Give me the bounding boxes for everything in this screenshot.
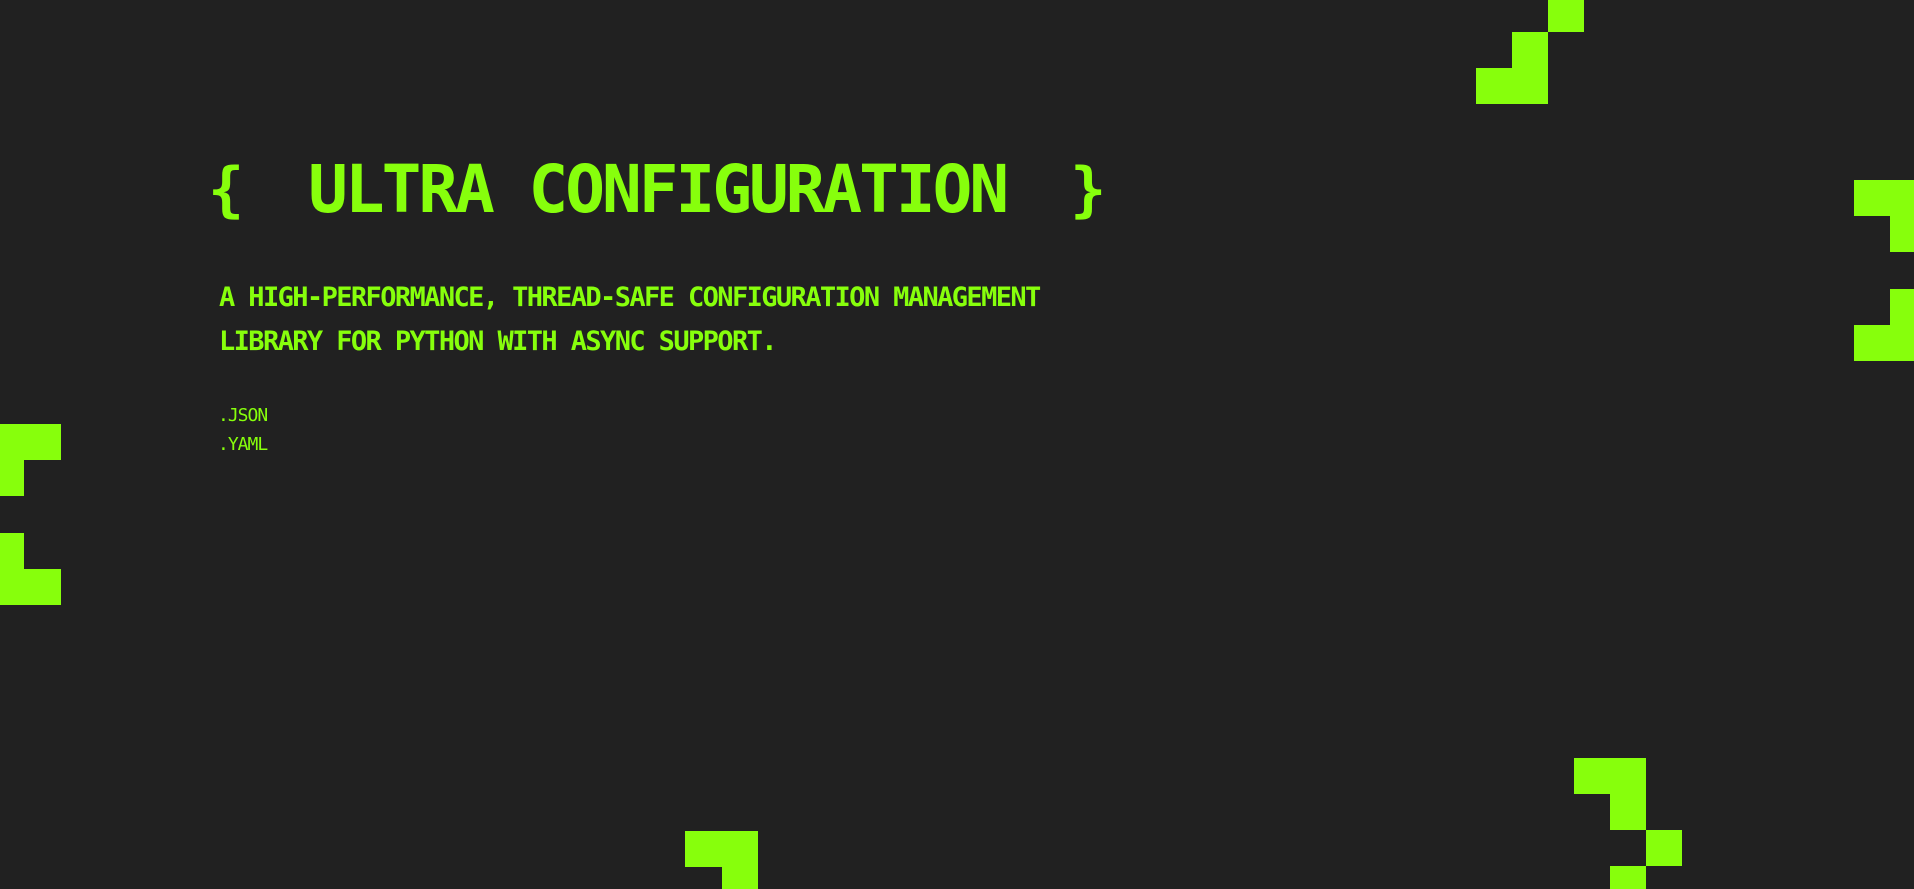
- hero-section: { ULTRA CONFIGURATION } A HIGH-PERFORMAN…: [0, 0, 1914, 889]
- format-item-json: .JSON: [218, 405, 268, 426]
- title-row: { ULTRA CONFIGURATION }: [208, 152, 1106, 228]
- pixel-corner-bottom-icon: [685, 831, 758, 889]
- page-title: ULTRA CONFIGURATION: [308, 151, 1009, 228]
- pixel-stair-top-right-icon: [1476, 0, 1584, 104]
- pixel-bracket-left-icon: [0, 424, 61, 605]
- description: A HIGH-PERFORMANCE, THREAD-SAFE CONFIGUR…: [219, 282, 1041, 357]
- pixel-bracket-right-icon: [1854, 180, 1914, 361]
- format-list: .JSON .YAML: [218, 401, 268, 459]
- format-item-yaml: .YAML: [218, 434, 268, 455]
- pixel-decorations: [0, 0, 1914, 889]
- pixel-arrow-bottom-right-icon: [1574, 758, 1682, 889]
- open-brace: {: [208, 155, 245, 225]
- close-brace: }: [1070, 155, 1107, 225]
